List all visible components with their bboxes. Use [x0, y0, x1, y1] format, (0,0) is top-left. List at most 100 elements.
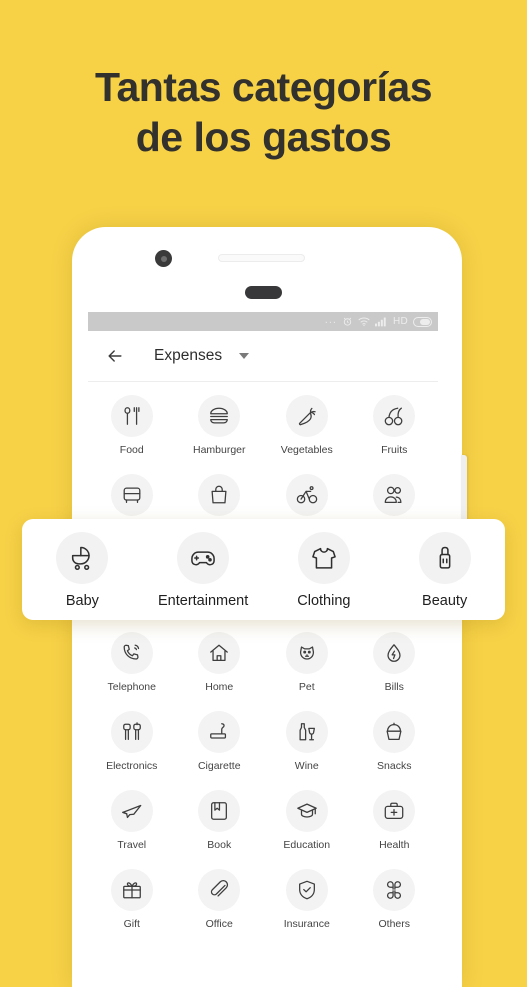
category-cigarette[interactable]: Cigarette — [176, 704, 264, 783]
highlight-label: Entertainment — [157, 593, 249, 609]
airplane-icon — [110, 790, 153, 832]
hamburger-icon — [198, 395, 241, 437]
dog-icon — [285, 632, 328, 674]
phone-side-button[interactable] — [461, 455, 467, 523]
category-book[interactable]: Book — [176, 783, 264, 862]
category-label: Gift — [123, 918, 140, 930]
lipstick-icon — [418, 532, 471, 584]
category-education[interactable]: Education — [263, 783, 351, 862]
spoon-fork-icon — [110, 395, 153, 437]
telephone-icon — [110, 632, 153, 674]
paperclip-icon — [198, 869, 241, 911]
category-bills[interactable]: Bills — [351, 625, 439, 704]
category-label: Others — [378, 918, 410, 930]
highlight-label: Beauty — [422, 593, 468, 609]
highlighted-categories-card: Baby Entertainment Clothing Beauty — [22, 519, 505, 620]
category-travel[interactable]: Travel — [88, 783, 176, 862]
category-food[interactable]: Food — [88, 388, 176, 467]
gift-icon — [110, 869, 153, 911]
phone-screen: ... HD Expenses Food Hamburger Vegetable… — [88, 312, 438, 937]
category-label: Telephone — [107, 681, 156, 693]
tshirt-icon — [297, 532, 350, 584]
category-label: Home — [205, 681, 234, 693]
status-bar: ... HD — [88, 312, 438, 331]
water-drop-icon — [373, 632, 416, 674]
highlight-label: Clothing — [297, 593, 351, 609]
people-icon — [373, 474, 416, 516]
category-label: Fruits — [381, 444, 408, 456]
signal-icon — [374, 316, 388, 327]
headline-line-1: Tantas categorías — [94, 64, 433, 110]
wifi-icon — [358, 316, 370, 327]
category-label: Vegetables — [280, 444, 333, 456]
category-gift[interactable]: Gift — [88, 862, 176, 937]
status-dots-icon: ... — [324, 313, 337, 326]
category-row: Travel Book Education Health — [88, 783, 438, 862]
shopping-bag-icon — [198, 474, 241, 516]
highlight-item-clothing[interactable]: Clothing — [265, 532, 383, 609]
category-label: Food — [119, 444, 144, 456]
book-icon — [198, 790, 241, 832]
category-label: Cigarette — [197, 760, 241, 772]
category-row: Food Hamburger Vegetables Fruits — [88, 388, 438, 467]
category-row: Gift Office Insurance Others — [88, 862, 438, 937]
hd-label: HD — [392, 316, 408, 327]
cupcake-icon — [373, 711, 416, 753]
highlight-item-baby[interactable]: Baby — [23, 532, 141, 609]
category-snacks[interactable]: Snacks — [351, 704, 439, 783]
plug-icon — [110, 711, 153, 753]
category-fruits[interactable]: Fruits — [351, 388, 439, 467]
category-label: Office — [205, 918, 233, 930]
highlight-item-beauty[interactable]: Beauty — [386, 532, 504, 609]
category-row: Electronics Cigarette Wine Snacks — [88, 704, 438, 783]
category-grid: Food Hamburger Vegetables Fruits Telepho… — [88, 382, 438, 937]
bicycle-icon — [285, 474, 328, 516]
category-label: Health — [379, 839, 410, 851]
shield-check-icon — [285, 869, 328, 911]
category-wine[interactable]: Wine — [263, 704, 351, 783]
category-home[interactable]: Home — [176, 625, 264, 704]
cherries-icon — [373, 395, 416, 437]
category-label: Bills — [384, 681, 404, 693]
headline-line-2: de los gastos — [135, 114, 392, 160]
speaker-pill — [245, 286, 282, 299]
category-telephone[interactable]: Telephone — [88, 625, 176, 704]
category-vegetables[interactable]: Vegetables — [263, 388, 351, 467]
gamepad-icon — [177, 532, 230, 584]
back-arrow-icon[interactable] — [102, 343, 128, 369]
category-insurance[interactable]: Insurance — [263, 862, 351, 937]
category-others[interactable]: Others — [351, 862, 439, 937]
category-office[interactable]: Office — [176, 862, 264, 937]
alarm-clock-icon — [342, 316, 353, 327]
chevron-down-icon[interactable] — [239, 353, 250, 359]
category-electronics[interactable]: Electronics — [88, 704, 176, 783]
app-bar: Expenses — [88, 331, 438, 382]
carrot-icon — [285, 395, 328, 437]
four-petals-icon — [373, 869, 416, 911]
cigarette-icon — [198, 711, 241, 753]
category-label: Book — [207, 839, 232, 851]
category-label: Wine — [294, 760, 319, 772]
earpiece-slot — [218, 254, 305, 262]
battery-icon — [413, 316, 432, 327]
category-label: Insurance — [283, 918, 330, 930]
category-label: Snacks — [377, 760, 412, 772]
category-hamburger[interactable]: Hamburger — [176, 388, 264, 467]
category-pet[interactable]: Pet — [263, 625, 351, 704]
category-label: Education — [283, 839, 331, 851]
category-label: Electronics — [106, 760, 158, 772]
highlight-item-entertainment[interactable]: Entertainment — [144, 532, 262, 609]
medical-kit-icon — [373, 790, 416, 832]
category-label: Travel — [117, 839, 147, 851]
highlight-label: Baby — [65, 593, 99, 609]
stroller-icon — [56, 532, 109, 584]
category-label: Hamburger — [192, 444, 246, 456]
app-bar-title: Expenses — [154, 347, 223, 364]
graduation-cap-icon — [285, 790, 328, 832]
category-label: Pet — [298, 681, 315, 693]
wine-icon — [285, 711, 328, 753]
home-icon — [198, 632, 241, 674]
category-health[interactable]: Health — [351, 783, 439, 862]
page-title: Tantas categorías de los gastos — [0, 62, 527, 162]
category-row: Telephone Home Pet Bills — [88, 625, 438, 704]
